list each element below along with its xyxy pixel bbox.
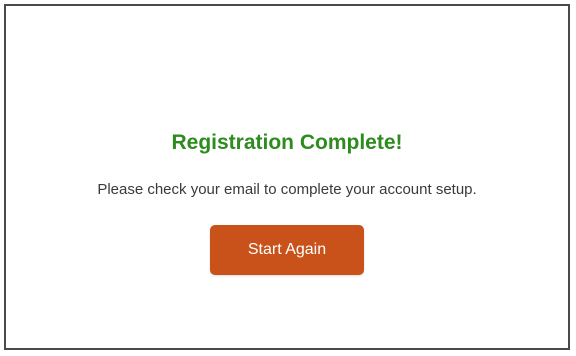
page-title: Registration Complete!: [171, 131, 403, 154]
confirmation-message: Please check your email to complete your…: [97, 181, 477, 198]
start-again-button[interactable]: Start Again: [210, 225, 364, 275]
registration-complete-panel: Registration Complete! Please check your…: [4, 4, 570, 350]
